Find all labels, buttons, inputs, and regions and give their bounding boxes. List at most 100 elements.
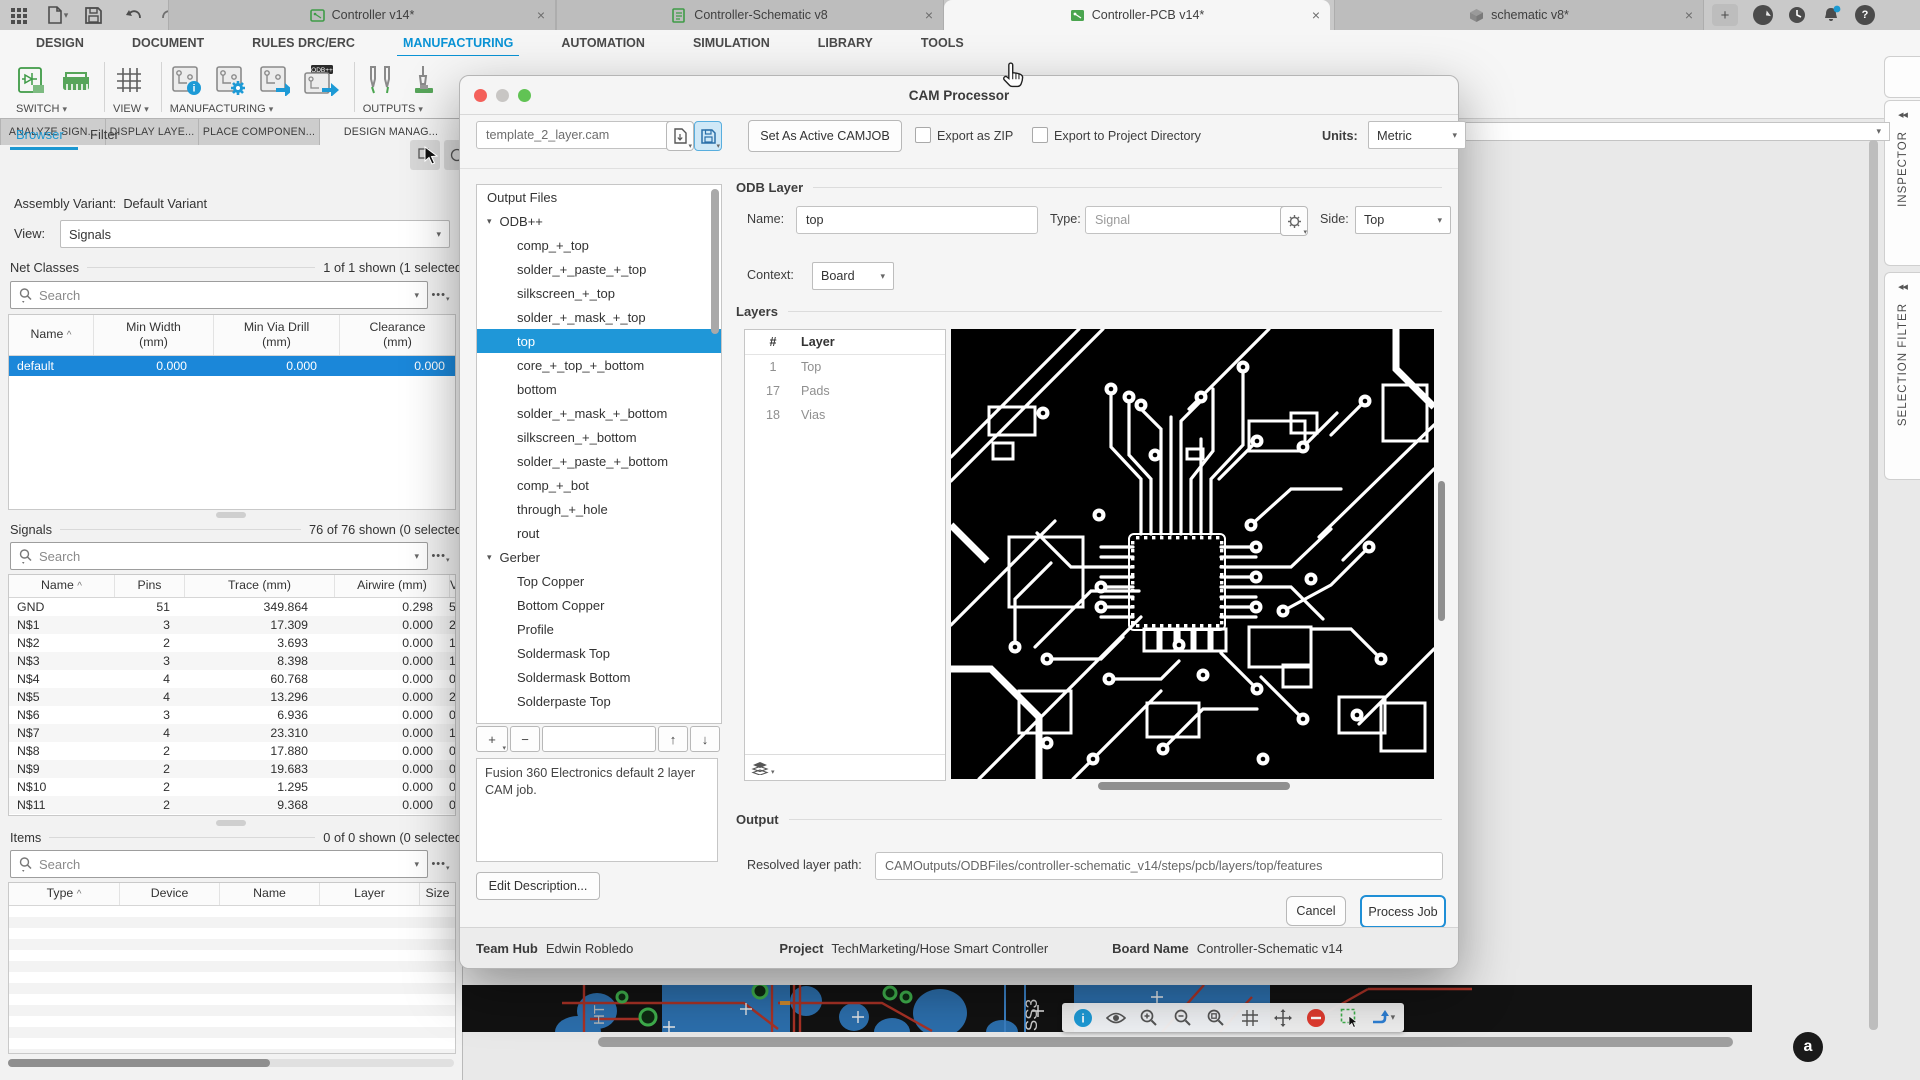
- col-layer[interactable]: Layer: [319, 883, 419, 905]
- notifications-bell-icon[interactable]: [1821, 5, 1841, 25]
- tab-display-layers[interactable]: DISPLAY LAYE...: [105, 118, 199, 145]
- tree-item[interactable]: Top Copper: [477, 569, 721, 593]
- camjob-filename-field[interactable]: template_2_layer.cam: [476, 121, 676, 149]
- tree-item[interactable]: solder_+_mask_+_bottom: [477, 401, 721, 425]
- zoom-fit-icon[interactable]: [1204, 1006, 1228, 1030]
- app-grid-icon[interactable]: [6, 4, 32, 28]
- panel-splitter[interactable]: [216, 820, 246, 826]
- type-settings-button[interactable]: ▾: [1280, 206, 1308, 236]
- tree-item[interactable]: solder_+_mask_+_top: [477, 305, 721, 329]
- menu-design[interactable]: DESIGN: [34, 32, 86, 54]
- layer-name-field[interactable]: top: [796, 206, 1038, 234]
- zoom-out-icon[interactable]: [1171, 1006, 1195, 1030]
- close-icon[interactable]: ×: [1312, 8, 1320, 22]
- tree-group-odb[interactable]: ▾ODB++: [477, 209, 721, 233]
- tab-place-components[interactable]: PLACE COMPONEN...: [198, 118, 320, 145]
- grid-settings-icon[interactable]: [1238, 1006, 1262, 1030]
- open-camjob-button[interactable]: ▾: [666, 121, 694, 151]
- tree-scrollbar[interactable]: [711, 189, 719, 334]
- close-icon[interactable]: ×: [537, 8, 545, 22]
- tree-item[interactable]: rout: [477, 521, 721, 545]
- info-icon[interactable]: i: [1071, 1006, 1095, 1030]
- tree-item[interactable]: Soldermask Top: [477, 641, 721, 665]
- menu-rules-drc-erc[interactable]: RULES DRC/ERC: [250, 32, 357, 54]
- subtab-browser[interactable]: Browser: [16, 127, 64, 142]
- docked-panel-stub[interactable]: [1884, 56, 1920, 98]
- col-name[interactable]: Name ^: [9, 575, 114, 597]
- job-status-clock-icon[interactable]: [1787, 5, 1807, 25]
- col-airwire[interactable]: Airwire (mm): [334, 575, 449, 597]
- menu-simulation[interactable]: SIMULATION: [691, 32, 772, 54]
- items-options-button[interactable]: •••▾: [428, 853, 454, 875]
- signal-row[interactable]: N$1021.2950.0000: [9, 778, 455, 796]
- quick-check-icon[interactable]: i: [170, 64, 202, 96]
- signal-row[interactable]: N$1129.3680.0000: [9, 796, 455, 814]
- menu-library[interactable]: LIBRARY: [816, 32, 875, 54]
- minimize-window-button[interactable]: [496, 89, 509, 102]
- pan-move-icon[interactable]: [1271, 1006, 1295, 1030]
- output-files-tree[interactable]: Output Files ▾ODB++ comp_+_top solder_+_…: [476, 184, 722, 724]
- side-select[interactable]: Top▾: [1355, 206, 1451, 234]
- export-zip-checkbox[interactable]: [915, 127, 931, 143]
- file-menu-icon[interactable]: ▾: [44, 3, 70, 27]
- layer-row[interactable]: 1Top: [745, 355, 945, 379]
- menu-tools[interactable]: TOOLS: [919, 32, 966, 54]
- signals-search-input[interactable]: Search ▾: [10, 542, 428, 570]
- view-grid-icon[interactable]: [113, 64, 145, 96]
- resolved-layer-path-field[interactable]: CAMOutputs/ODBFiles/controller-schematic…: [875, 852, 1443, 880]
- doc-tab-schematic[interactable]: schematic v8* ×: [1334, 0, 1704, 30]
- signal-row[interactable]: GND51349.8640.2985: [9, 598, 455, 616]
- signals-options-button[interactable]: •••▾: [428, 545, 454, 567]
- col-min-via-drill[interactable]: Min Via Drill(mm): [213, 315, 339, 355]
- help-icon[interactable]: ?: [1855, 5, 1875, 25]
- tree-item[interactable]: Profile: [477, 617, 721, 641]
- tree-item[interactable]: Soldermask Bottom: [477, 665, 721, 689]
- layer-preview[interactable]: [951, 329, 1434, 779]
- tree-group-gerber[interactable]: ▾Gerber: [477, 545, 721, 569]
- close-icon[interactable]: ×: [1685, 8, 1693, 22]
- units-select[interactable]: Metric▾: [1368, 121, 1466, 149]
- tree-item[interactable]: silkscreen_+_top: [477, 281, 721, 305]
- preview-vertical-scrollbar[interactable]: [1438, 481, 1445, 621]
- signal-row[interactable]: N$223.6930.0001: [9, 634, 455, 652]
- add-output-button[interactable]: +▾: [476, 726, 508, 752]
- route-tool-icon[interactable]: ▾: [1371, 1006, 1395, 1030]
- signal-row[interactable]: N$636.9360.0000: [9, 706, 455, 724]
- menu-document[interactable]: DOCUMENT: [130, 32, 206, 54]
- toolbar-group-label[interactable]: SWITCH ▾: [16, 103, 92, 115]
- tree-item[interactable]: Bottom Copper: [477, 593, 721, 617]
- tree-item[interactable]: through_+_hole: [477, 497, 721, 521]
- canvas-horizontal-scrollbar[interactable]: [598, 1037, 1733, 1047]
- panel-splitter[interactable]: [216, 512, 246, 518]
- layer-row[interactable]: 17Pads: [745, 379, 945, 403]
- signal-row[interactable]: N$7423.3100.0001: [9, 724, 455, 742]
- col-size[interactable]: Size: [419, 883, 455, 905]
- odb-export-icon[interactable]: ODB++: [302, 64, 342, 96]
- net-classes-search-input[interactable]: Search ▾: [10, 281, 428, 309]
- subtab-filter[interactable]: Filter: [90, 127, 119, 142]
- doc-tab-controller-schematic[interactable]: Controller-Schematic v8 ×: [556, 0, 944, 30]
- move-down-button[interactable]: ↓: [690, 726, 720, 752]
- signal-row[interactable]: N$1317.3090.0002: [9, 616, 455, 634]
- col-min-width[interactable]: Min Width(mm): [93, 315, 213, 355]
- tree-item[interactable]: solder_+_paste_+_bottom: [477, 449, 721, 473]
- view-select[interactable]: Signals▾: [60, 220, 450, 248]
- remove-output-button[interactable]: −: [510, 726, 540, 752]
- eye-visibility-icon[interactable]: [1104, 1006, 1128, 1030]
- disclosure-triangle-icon[interactable]: ▾: [487, 552, 492, 563]
- signal-row[interactable]: N$4460.7680.0000: [9, 670, 455, 688]
- canvas-vertical-scrollbar[interactable]: [1869, 140, 1878, 1030]
- close-icon[interactable]: ×: [925, 8, 933, 22]
- output-name-field[interactable]: [542, 726, 656, 752]
- undo-icon[interactable]: [121, 5, 147, 29]
- signal-row[interactable]: N$8217.8800.0000: [9, 742, 455, 760]
- save-camjob-button[interactable]: ▾: [694, 121, 722, 151]
- items-search-input[interactable]: Search ▾: [10, 850, 428, 878]
- toolbar-group-label[interactable]: OUTPUTS ▾: [363, 103, 439, 115]
- signal-row[interactable]: N$338.3980.0001: [9, 652, 455, 670]
- tree-item[interactable]: bottom: [477, 377, 721, 401]
- tree-item[interactable]: top: [477, 329, 721, 353]
- extension-manager-icon[interactable]: [1753, 5, 1773, 25]
- preview-horizontal-scrollbar[interactable]: [1098, 782, 1290, 790]
- tree-item[interactable]: silkscreen_+_bottom: [477, 425, 721, 449]
